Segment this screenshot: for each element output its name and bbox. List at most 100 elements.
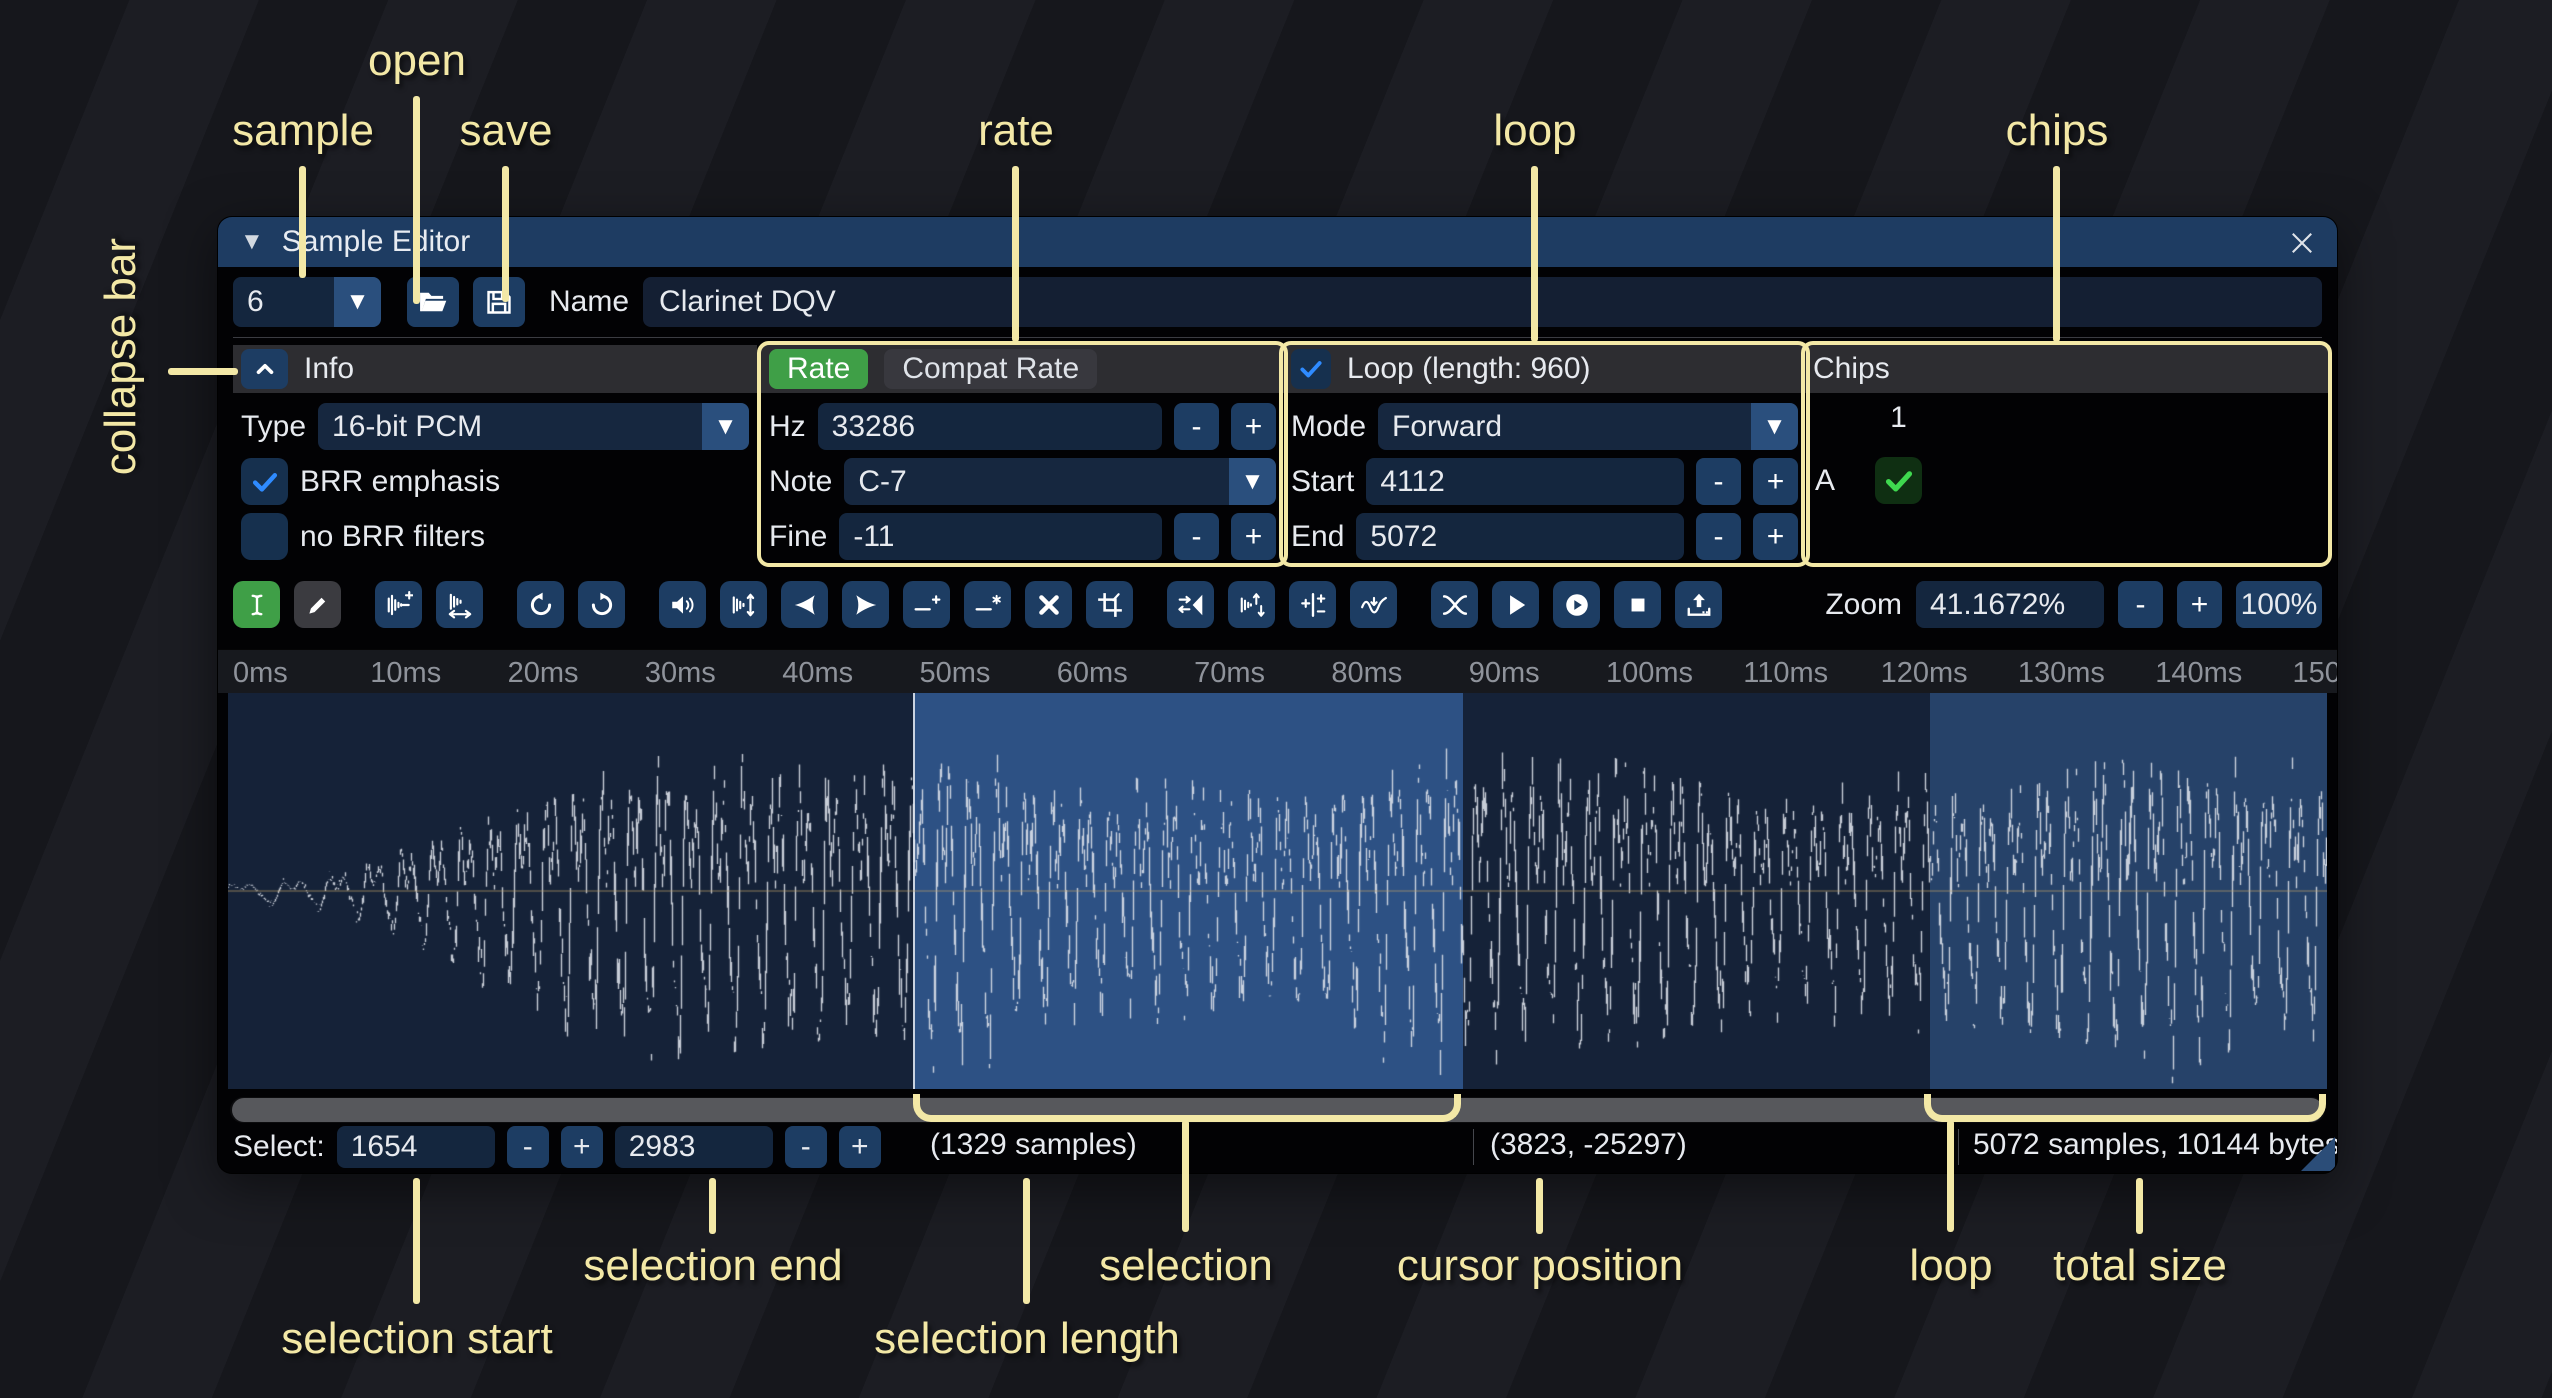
brr-emphasis-checkbox[interactable] [241, 458, 288, 505]
zoom-in-button[interactable]: + [2177, 581, 2222, 628]
selection-start-minus-button[interactable]: - [507, 1126, 549, 1168]
line-asterisk-icon [974, 591, 1002, 619]
play-button[interactable] [1492, 581, 1539, 628]
ruler-label: 100ms [1606, 657, 1693, 690]
ruler-label: 110ms [1743, 657, 1828, 690]
wave-vertical-arrows-icon [730, 591, 758, 619]
loop-start-minus-button[interactable]: - [1696, 458, 1741, 505]
time-ruler[interactable]: 0ms10ms20ms30ms40ms50ms60ms70ms80ms90ms1… [218, 649, 2337, 693]
save-button[interactable] [473, 277, 525, 327]
sign-button[interactable] [1289, 581, 1336, 628]
apply-silence-button[interactable] [964, 581, 1011, 628]
loop-header: Loop (length: 960) [1283, 345, 1806, 393]
sample-editor-window: ▼ Sample Editor 6 ▼ Name Clarinet DQV [218, 217, 2337, 1173]
annotation-line-selection-length [1023, 1178, 1030, 1304]
selection-start-input[interactable]: 1654 [337, 1126, 495, 1168]
selection-start-plus-button[interactable]: + [561, 1126, 603, 1168]
titlebar[interactable]: ▼ Sample Editor [218, 217, 2337, 267]
horizontal-scrollbar[interactable] [230, 1097, 2325, 1123]
fine-value: -11 [853, 520, 894, 554]
fine-plus-button[interactable]: + [1231, 513, 1276, 560]
loop-start-input[interactable]: 4112 [1366, 458, 1684, 505]
wave-insert-button[interactable] [375, 581, 422, 628]
hz-plus-button[interactable]: + [1231, 403, 1276, 450]
stop-button[interactable] [1614, 581, 1661, 628]
normalize-button[interactable] [720, 581, 767, 628]
sample-select[interactable]: 6 ▼ [233, 277, 381, 327]
resize-grip[interactable] [2301, 1137, 2335, 1171]
wave-insert-icon [385, 591, 413, 619]
filter-button[interactable] [1350, 581, 1397, 628]
import-button[interactable] [1675, 581, 1722, 628]
ruler-label: 10ms [370, 657, 441, 690]
crop-icon [1096, 591, 1124, 619]
check-icon [249, 466, 281, 498]
ruler-label: 90ms [1469, 657, 1540, 690]
amplify-button[interactable] [659, 581, 706, 628]
collapse-bar-button[interactable] [241, 349, 288, 389]
mode-row: Mode Forward ▼ [1283, 403, 1806, 450]
redo-button[interactable] [578, 581, 625, 628]
tab-rate[interactable]: Rate [769, 349, 868, 389]
ibeam-icon [243, 591, 271, 619]
chip-enable-checkbox[interactable] [1875, 457, 1922, 504]
status-divider [1473, 1129, 1474, 1165]
chips-title: Chips [1813, 352, 1890, 386]
delete-button[interactable] [1025, 581, 1072, 628]
undo-button[interactable] [517, 581, 564, 628]
loop-end-minus-button[interactable]: - [1696, 513, 1741, 560]
type-row: Type 16-bit PCM ▼ [233, 403, 757, 450]
preview-button[interactable] [1553, 581, 1600, 628]
mode-select[interactable]: Forward ▼ [1378, 403, 1798, 450]
note-select[interactable]: C-7 ▼ [844, 458, 1276, 505]
loop-end-plus-button[interactable]: + [1753, 513, 1798, 560]
open-button[interactable] [407, 277, 459, 327]
fade-in-button[interactable] [781, 581, 828, 628]
fine-input[interactable]: -11 [839, 513, 1162, 560]
loop-title: Loop (length: 960) [1347, 352, 1591, 386]
loop-start-plus-button[interactable]: + [1753, 458, 1798, 505]
selection-end-input[interactable]: 2983 [615, 1126, 773, 1168]
rate-panel: Rate Compat Rate Hz 33286 - + Note C-7 ▼ [761, 345, 1284, 565]
info-panel: Info Type 16-bit PCM ▼ BRR emphasis [233, 345, 757, 565]
loop-end-input[interactable]: 5072 [1356, 513, 1684, 560]
annotation-total-size: total size [2053, 1241, 2227, 1291]
close-button[interactable] [2285, 226, 2319, 260]
name-input[interactable]: Clarinet DQV [643, 277, 2322, 327]
ruler-label: 80ms [1331, 657, 1402, 690]
fine-minus-button[interactable]: - [1174, 513, 1219, 560]
no-brr-filters-checkbox[interactable] [241, 513, 288, 560]
selection-end-plus-button[interactable]: + [839, 1126, 881, 1168]
crossfade-button[interactable] [1431, 581, 1478, 628]
annotation-sample: sample [232, 106, 374, 156]
hz-minus-button[interactable]: - [1174, 403, 1219, 450]
reverse-button[interactable] [1167, 581, 1214, 628]
type-select[interactable]: 16-bit PCM ▼ [318, 403, 749, 450]
name-value: Clarinet DQV [659, 285, 836, 319]
zoom-cluster: Zoom 41.1672% - + 100% [1825, 581, 2322, 628]
mode-value: Forward [1378, 403, 1751, 450]
draw-mode-button[interactable] [294, 581, 341, 628]
zoom-reset-button[interactable]: 100% [2236, 581, 2322, 628]
scrollbar-thumb[interactable] [232, 1098, 2323, 1122]
zoom-input[interactable]: 41.1672% [1916, 581, 2104, 628]
zoom-out-button[interactable]: - [2118, 581, 2163, 628]
undo-icon [527, 591, 555, 619]
tab-compat-rate[interactable]: Compat Rate [884, 349, 1097, 389]
invert-button[interactable] [1228, 581, 1275, 628]
window-collapse-triangle-icon[interactable]: ▼ [240, 230, 264, 254]
insert-silence-button[interactable] [903, 581, 950, 628]
sample-select-value: 6 [233, 277, 334, 327]
ruler-label: 40ms [782, 657, 853, 690]
select-mode-button[interactable] [233, 581, 280, 628]
fade-out-button[interactable] [842, 581, 889, 628]
selection-end-minus-button[interactable]: - [785, 1126, 827, 1168]
wave-stretch-button[interactable] [436, 581, 483, 628]
hz-input[interactable]: 33286 [818, 403, 1162, 450]
chevron-down-icon[interactable]: ▼ [334, 277, 381, 327]
pencil-icon [304, 591, 332, 619]
waveform-view[interactable] [228, 693, 2327, 1089]
loop-enabled-checkbox[interactable] [1291, 349, 1331, 389]
annotation-rate: rate [978, 106, 1054, 156]
trim-button[interactable] [1086, 581, 1133, 628]
